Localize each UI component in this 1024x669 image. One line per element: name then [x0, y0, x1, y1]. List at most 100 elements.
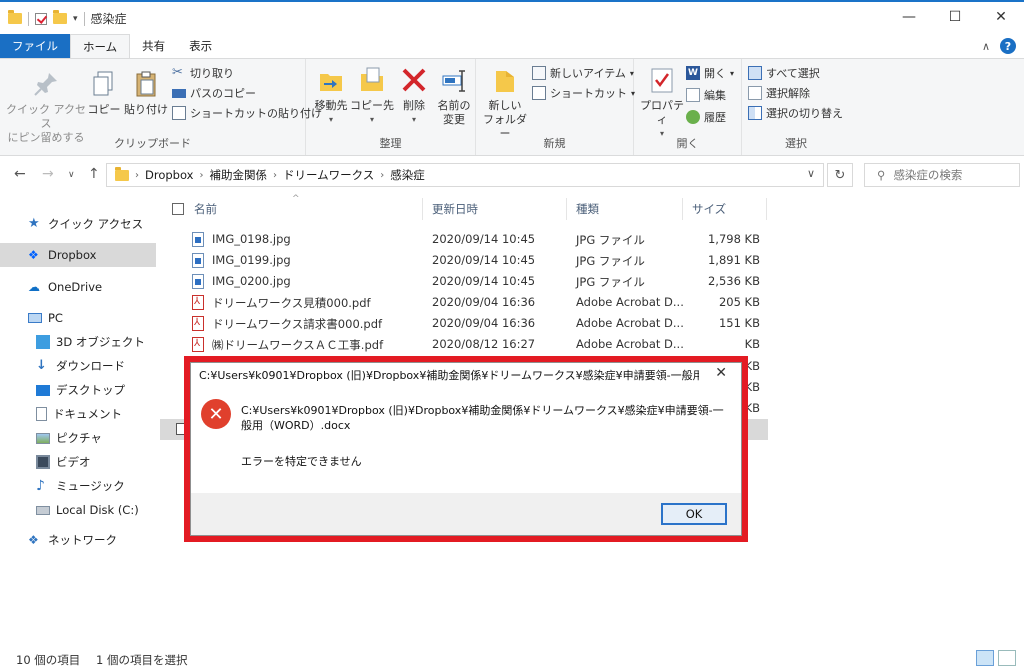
search-input[interactable]: ⚲ 感染症の検索 — [864, 163, 1020, 187]
file-size: 1,798 KB — [707, 232, 760, 246]
tab-file[interactable]: ファイル — [0, 34, 70, 58]
group-select: すべて選択 選択解除 選択の切り替え 選択 — [742, 59, 850, 155]
invert-selection-button[interactable]: 選択の切り替え — [748, 105, 843, 121]
new-folder-button[interactable]: 新しい フォルダー — [480, 65, 530, 141]
dialog-close-button[interactable]: ✕ — [715, 365, 727, 381]
file-row[interactable]: IMG_0199.jpg 2020/09/14 10:45 JPG ファイル 1… — [160, 250, 768, 271]
properties-label: プロパティ — [640, 99, 684, 126]
properties-button[interactable]: プロパティ ▾ — [638, 65, 686, 141]
scissors-icon: ✂ — [172, 65, 183, 80]
copy-label: コピー — [87, 103, 121, 116]
file-type: Adobe Acrobat D... — [576, 295, 684, 309]
select-all-checkbox[interactable] — [172, 203, 184, 215]
sidebar-item-network[interactable]: ❖ ネットワーク — [0, 528, 156, 552]
video-icon — [36, 455, 50, 469]
minimize-button[interactable]: — — [886, 2, 932, 32]
sidebar-item-quick-access[interactable]: ★ クイック アクセス — [0, 212, 156, 236]
copy-button[interactable]: コピー — [86, 69, 122, 117]
column-header-type[interactable]: 種類 — [576, 196, 599, 222]
history-button[interactable]: 履歴 — [686, 109, 726, 125]
history-icon — [686, 110, 700, 124]
cut-label: 切り取り — [190, 67, 234, 80]
paste-button[interactable]: 貼り付け — [124, 69, 168, 117]
sidebar-item-label: Local Disk (C:) — [56, 503, 139, 517]
rename-icon — [439, 65, 469, 95]
shortcut-button[interactable]: ショートカット ▾ — [532, 85, 635, 101]
details-view-icon[interactable] — [976, 650, 994, 666]
column-divider[interactable] — [422, 198, 423, 220]
sidebar-item-documents[interactable]: ドキュメント — [0, 402, 156, 426]
ok-button[interactable]: OK — [661, 503, 727, 525]
forward-icon[interactable]: → — [42, 166, 54, 182]
file-row[interactable]: ドリームワークス請求書000.pdf 2020/09/04 16:36 Adob… — [160, 313, 768, 334]
sidebar-item-music[interactable]: ♪ ミュージック — [0, 474, 156, 498]
column-divider[interactable] — [566, 198, 567, 220]
file-row[interactable]: ㈱ドリームワークスＡＣ工事.pdf 2020/08/12 16:27 Adobe… — [160, 334, 768, 355]
maximize-button[interactable]: ☐ — [932, 2, 978, 32]
rename-button[interactable]: 名前の 変更 — [434, 65, 474, 127]
tab-share[interactable]: 共有 — [130, 34, 177, 58]
file-type: JPG ファイル — [576, 233, 645, 247]
column-header-name[interactable]: 名前 — [194, 196, 217, 222]
breadcrumb-infection[interactable]: 感染症 — [390, 167, 425, 183]
refresh-button[interactable]: ↻ — [827, 163, 853, 187]
paste-icon — [131, 69, 161, 99]
sidebar-item-3d-objects[interactable]: 3D オブジェクト — [0, 330, 156, 354]
sidebar-item-onedrive[interactable]: ☁ OneDrive — [0, 275, 156, 299]
file-row[interactable]: IMG_0198.jpg 2020/09/14 10:45 JPG ファイル 1… — [160, 229, 768, 250]
sidebar-item-desktop[interactable]: デスクトップ — [0, 378, 156, 402]
column-divider[interactable] — [682, 198, 683, 220]
cut-button[interactable]: ✂ 切り取り — [172, 65, 234, 81]
tab-view[interactable]: 表示 — [177, 34, 224, 58]
up-icon[interactable]: ↑ — [88, 166, 100, 182]
open-button[interactable]: W 開く ▾ — [686, 65, 734, 81]
paste-shortcut-button[interactable]: ショートカットの貼り付け — [172, 105, 322, 121]
customize-toolbar-icon[interactable]: ▾ — [73, 14, 78, 24]
pdf-file-icon — [192, 337, 204, 352]
file-size: 1,891 KB — [707, 253, 760, 267]
sidebar-item-videos[interactable]: ビデオ — [0, 450, 156, 474]
move-to-button[interactable]: 移動先 ▾ — [310, 65, 352, 127]
window-controls: — ☐ ✕ — [886, 2, 1024, 32]
select-none-icon — [748, 86, 762, 100]
pin-to-quick-access-button[interactable]: クイック アクセス にピン留めする — [6, 69, 86, 145]
close-button[interactable]: ✕ — [978, 2, 1024, 32]
help-icon[interactable]: ? — [1000, 38, 1016, 54]
sidebar-item-pictures[interactable]: ピクチャ — [0, 426, 156, 450]
sidebar-item-downloads[interactable]: ↓ ダウンロード — [0, 354, 156, 378]
address-dropdown-icon[interactable]: ∨ — [807, 167, 815, 180]
sidebar-item-pc[interactable]: PC — [0, 306, 156, 330]
new-folder-icon[interactable] — [53, 10, 67, 24]
breadcrumb-subsidy[interactable]: 補助金関係 — [209, 167, 267, 183]
select-all-button[interactable]: すべて選択 — [748, 65, 820, 81]
file-row[interactable]: IMG_0200.jpg 2020/09/14 10:45 JPG ファイル 2… — [160, 271, 768, 292]
copy-to-icon — [357, 65, 387, 95]
copy-to-button[interactable]: コピー先 ▾ — [350, 65, 394, 127]
recent-locations-icon[interactable]: ∨ — [68, 170, 75, 180]
column-header-date[interactable]: 更新日時 — [432, 196, 478, 222]
edit-button[interactable]: 編集 — [686, 87, 726, 103]
breadcrumb-dropbox[interactable]: Dropbox — [145, 168, 193, 182]
column-divider[interactable] — [766, 198, 767, 220]
column-header-size[interactable]: サイズ — [692, 196, 726, 222]
edit-label: 編集 — [704, 89, 726, 102]
properties-icon[interactable] — [35, 12, 47, 25]
pdf-file-icon — [192, 316, 204, 331]
delete-icon — [399, 65, 429, 95]
back-icon[interactable]: ← — [14, 166, 26, 182]
select-none-button[interactable]: 選択解除 — [748, 85, 810, 101]
breadcrumb-dreamworks[interactable]: ドリームワークス — [283, 167, 374, 183]
address-bar[interactable]: › Dropbox › 補助金関係 › ドリームワークス › 感染症 ∨ — [106, 163, 824, 187]
sidebar-item-local-disk[interactable]: Local Disk (C:) — [0, 498, 156, 522]
copy-path-button[interactable]: パスのコピー — [172, 85, 256, 101]
collapse-ribbon-icon[interactable]: ∧ — [982, 40, 990, 53]
tab-home[interactable]: ホーム — [70, 34, 131, 58]
status-bar: 10 個の項目 1 個の項目を選択 — [0, 650, 1024, 669]
large-icons-view-icon[interactable] — [998, 650, 1016, 666]
divider — [28, 11, 29, 26]
view-switcher — [976, 650, 1016, 666]
sidebar-item-dropbox[interactable]: ❖ Dropbox — [0, 243, 156, 267]
delete-button[interactable]: 削除 ▾ — [396, 65, 432, 127]
new-item-button[interactable]: 新しいアイテム ▾ — [532, 65, 634, 81]
file-row[interactable]: ドリームワークス見積000.pdf 2020/09/04 16:36 Adobe… — [160, 292, 768, 313]
